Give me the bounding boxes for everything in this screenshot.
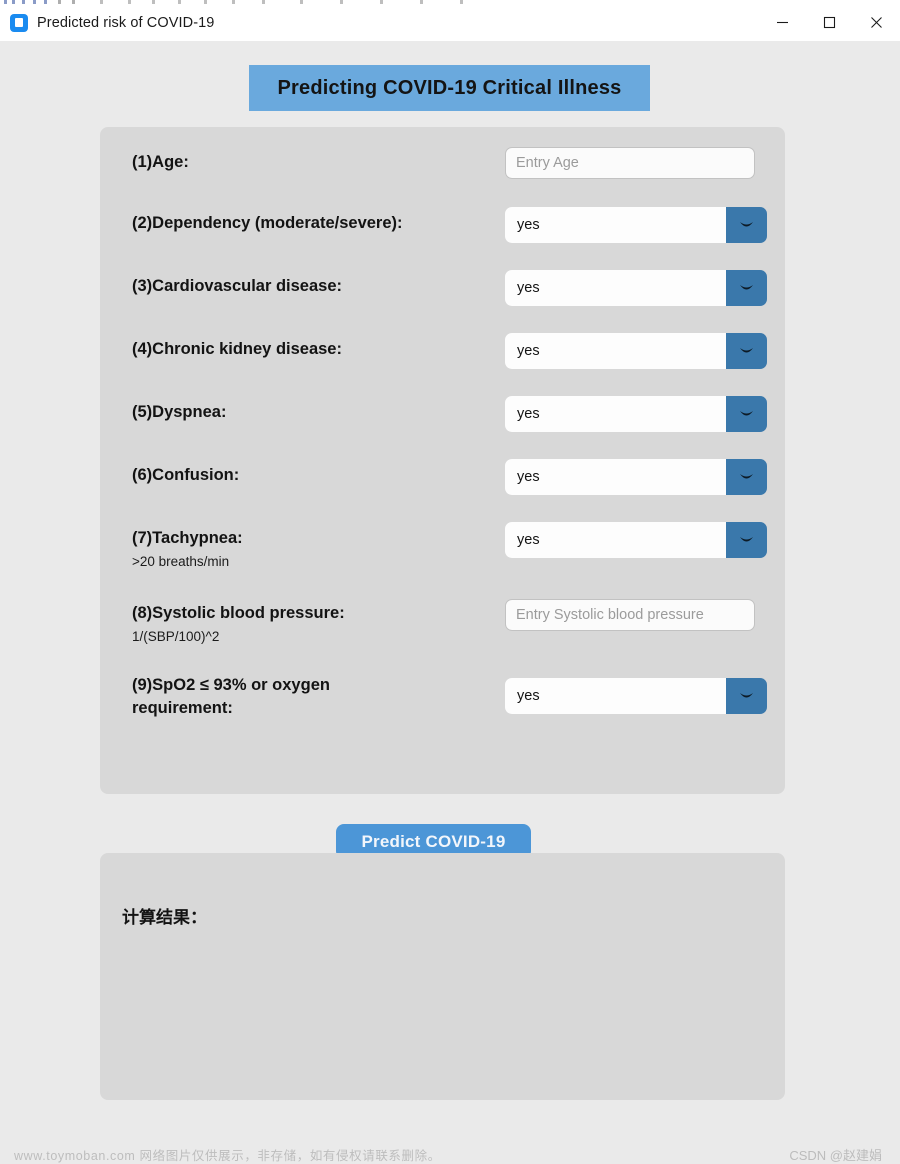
chevron-down-icon[interactable] [726, 333, 767, 369]
close-button[interactable] [853, 4, 900, 41]
chevron-down-icon[interactable] [726, 459, 767, 495]
field-row-age: (1)Age: Entry Age [100, 127, 785, 199]
page-title: Predicting COVID-19 Critical Illness [277, 76, 622, 99]
kidney-select-value: yes [505, 333, 726, 369]
window-title: Predicted risk of COVID-19 [37, 14, 215, 31]
field-label-spo2: (9)SpO2 ≤ 93% or oxygen requirement: [132, 676, 330, 717]
field-row-spo2: (9)SpO2 ≤ 93% or oxygen requirement: yes [100, 664, 785, 744]
page-title-banner: Predicting COVID-19 Critical Illness [249, 65, 650, 111]
minimize-icon [777, 21, 788, 24]
dependency-select[interactable]: yes [505, 207, 767, 243]
close-icon [871, 17, 882, 28]
chevron-down-icon[interactable] [726, 678, 767, 714]
field-label-confusion: (6)Confusion: [132, 466, 240, 484]
maximize-icon [823, 16, 836, 29]
field-row-dependency: (2)Dependency (moderate/severe): yes [100, 199, 785, 262]
app-square-icon [10, 13, 28, 32]
spo2-select[interactable]: yes [505, 678, 767, 714]
field-label-dyspnea: (5)Dyspnea: [132, 403, 227, 421]
dependency-select-value: yes [505, 207, 726, 243]
window-controls [759, 4, 900, 41]
watermark-footer: www.toymoban.com 网络图片仅供展示，非存储，如有侵权请联系删除。… [0, 1142, 900, 1164]
spo2-select-value: yes [505, 678, 726, 714]
field-label-age: (1)Age: [132, 153, 189, 171]
watermark-right: CSDN @赵建娟 [789, 1148, 882, 1163]
tachypnea-select[interactable]: yes [505, 522, 767, 558]
field-row-cardiovascular: (3)Cardiovascular disease: yes [100, 262, 785, 325]
kidney-select[interactable]: yes [505, 333, 767, 369]
watermark-left: www.toymoban.com 网络图片仅供展示，非存储，如有侵权请联系删除。 [14, 1149, 441, 1163]
chevron-down-icon[interactable] [726, 522, 767, 558]
dyspnea-select[interactable]: yes [505, 396, 767, 432]
field-row-tachypnea: (7)Tachypnea: >20 breaths/min yes [100, 514, 785, 589]
cardiovascular-select[interactable]: yes [505, 270, 767, 306]
result-label: 计算结果： [122, 908, 207, 927]
field-row-sbp: (8)Systolic blood pressure: 1/(SBP/100)^… [100, 589, 785, 664]
dyspnea-select-value: yes [505, 396, 726, 432]
result-panel: 计算结果： [100, 853, 785, 1100]
maximize-button[interactable] [806, 4, 853, 41]
field-row-dyspnea: (5)Dyspnea: yes [100, 388, 785, 451]
predict-button-label: Predict COVID-19 [361, 831, 506, 851]
minimize-button[interactable] [759, 4, 806, 41]
field-label-dependency: (2)Dependency (moderate/severe): [132, 214, 403, 232]
sbp-input-placeholder: Entry Systolic blood pressure [516, 607, 704, 623]
field-sub-tachypnea: >20 breaths/min [132, 554, 230, 569]
age-input-placeholder: Entry Age [516, 155, 579, 171]
field-label-cardiovascular: (3)Cardiovascular disease: [132, 277, 343, 295]
app-content: Predicting COVID-19 Critical Illness (1)… [0, 41, 900, 1164]
sbp-input[interactable]: Entry Systolic blood pressure [505, 599, 755, 631]
confusion-select-value: yes [505, 459, 726, 495]
window-titlebar: Predicted risk of COVID-19 [0, 4, 900, 42]
tachypnea-select-value: yes [505, 522, 726, 558]
field-label-kidney: (4)Chronic kidney disease: [132, 340, 342, 358]
chevron-down-icon[interactable] [726, 270, 767, 306]
chevron-down-icon[interactable] [726, 396, 767, 432]
field-row-kidney: (4)Chronic kidney disease: yes [100, 325, 785, 388]
chevron-down-icon[interactable] [726, 207, 767, 243]
field-row-confusion: (6)Confusion: yes [100, 451, 785, 514]
field-label-tachypnea: (7)Tachypnea: [132, 529, 243, 547]
age-input[interactable]: Entry Age [505, 147, 755, 179]
input-form-panel: (1)Age: Entry Age (2)Dependency (moderat… [100, 127, 785, 794]
cardiovascular-select-value: yes [505, 270, 726, 306]
field-label-sbp: (8)Systolic blood pressure: [132, 604, 345, 622]
confusion-select[interactable]: yes [505, 459, 767, 495]
field-sub-sbp: 1/(SBP/100)^2 [132, 629, 220, 644]
